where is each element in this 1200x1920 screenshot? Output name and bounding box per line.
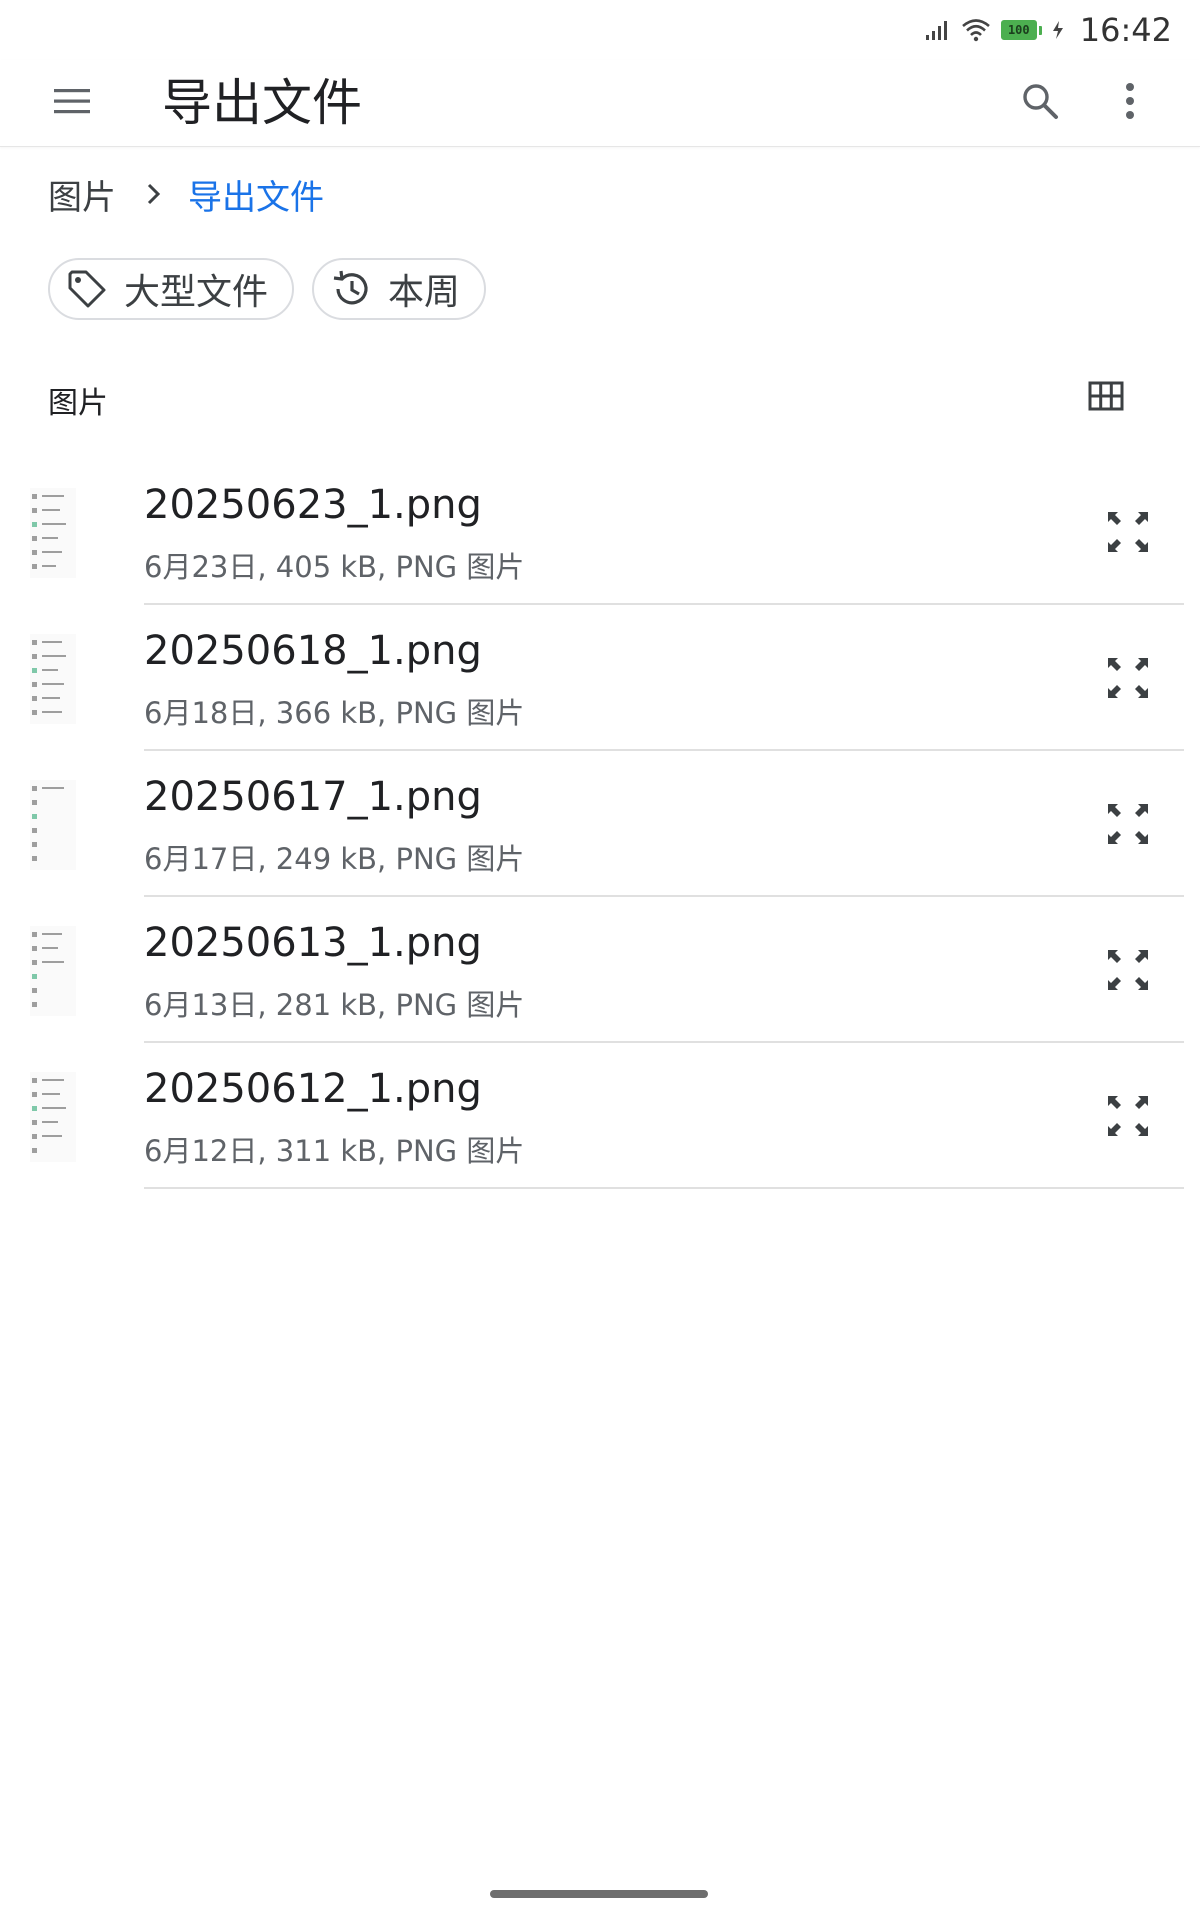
menu-icon bbox=[52, 86, 92, 120]
file-text: 20250623_1.png 6月23日, 405 kB, PNG 图片 bbox=[144, 458, 1184, 605]
file-text: 20250617_1.png 6月17日, 249 kB, PNG 图片 bbox=[144, 750, 1184, 897]
section-title: 图片 bbox=[48, 386, 108, 421]
status-bar: 100 16:42 bbox=[0, 0, 1200, 60]
expand-preview-button[interactable] bbox=[1098, 1088, 1158, 1148]
breadcrumb: 图片 导出文件 bbox=[48, 168, 324, 220]
file-text: 20250613_1.png 6月13日, 281 kB, PNG 图片 bbox=[144, 896, 1184, 1043]
fullscreen-icon bbox=[1105, 1093, 1151, 1143]
expand-preview-button[interactable] bbox=[1098, 942, 1158, 1002]
file-meta: 6月18日, 366 kB, PNG 图片 bbox=[144, 696, 525, 730]
status-icons: 100 16:42 bbox=[925, 10, 1172, 50]
expand-preview-button[interactable] bbox=[1098, 504, 1158, 564]
file-meta: 6月12日, 311 kB, PNG 图片 bbox=[144, 1134, 525, 1168]
chip-this-week[interactable]: 本周 bbox=[312, 258, 487, 320]
search-icon bbox=[1020, 81, 1060, 125]
fullscreen-icon bbox=[1105, 801, 1151, 851]
grid-view-icon bbox=[1088, 381, 1124, 415]
status-time: 16:42 bbox=[1079, 11, 1172, 49]
list-item[interactable]: 20250612_1.png 6月12日, 311 kB, PNG 图片 bbox=[0, 1042, 1200, 1189]
chip-this-week-label: 本周 bbox=[388, 272, 461, 313]
list-item[interactable]: 20250623_1.png 6月23日, 405 kB, PNG 图片 bbox=[0, 458, 1200, 605]
breadcrumb-current: 导出文件 bbox=[188, 177, 324, 218]
signal-icon bbox=[925, 19, 951, 41]
file-thumbnail bbox=[30, 1072, 76, 1162]
file-name: 20250612_1.png bbox=[144, 1066, 482, 1112]
expand-preview-button[interactable] bbox=[1098, 796, 1158, 856]
file-name: 20250623_1.png bbox=[144, 482, 482, 528]
fullscreen-icon bbox=[1105, 509, 1151, 559]
file-meta: 6月23日, 405 kB, PNG 图片 bbox=[144, 550, 525, 584]
app-bar: 导出文件 bbox=[0, 60, 1200, 147]
fullscreen-icon bbox=[1105, 655, 1151, 705]
filter-chips: 大型文件 本周 bbox=[48, 258, 487, 320]
list-item[interactable]: 20250613_1.png 6月13日, 281 kB, PNG 图片 bbox=[0, 896, 1200, 1043]
more-vert-icon bbox=[1124, 81, 1136, 125]
charging-icon bbox=[1052, 20, 1064, 40]
battery-icon: 100 bbox=[1000, 20, 1042, 40]
file-thumbnail bbox=[30, 488, 76, 578]
wifi-icon bbox=[961, 18, 991, 42]
menu-button[interactable] bbox=[36, 67, 108, 139]
gesture-nav-handle[interactable] bbox=[490, 1890, 708, 1898]
file-list: 20250623_1.png 6月23日, 405 kB, PNG 图片 202… bbox=[0, 458, 1200, 1189]
file-thumbnail bbox=[30, 926, 76, 1016]
expand-preview-button[interactable] bbox=[1098, 650, 1158, 710]
file-name: 20250613_1.png bbox=[144, 920, 482, 966]
list-item[interactable]: 20250618_1.png 6月18日, 366 kB, PNG 图片 bbox=[0, 604, 1200, 751]
file-name: 20250617_1.png bbox=[144, 774, 482, 820]
file-text: 20250612_1.png 6月12日, 311 kB, PNG 图片 bbox=[144, 1042, 1184, 1189]
chip-large-files[interactable]: 大型文件 bbox=[48, 258, 295, 320]
more-options-button[interactable] bbox=[1094, 67, 1166, 139]
grid-view-button[interactable] bbox=[1082, 374, 1130, 422]
file-meta: 6月13日, 281 kB, PNG 图片 bbox=[144, 988, 525, 1022]
file-name: 20250618_1.png bbox=[144, 628, 482, 674]
file-thumbnail bbox=[30, 780, 76, 870]
search-button[interactable] bbox=[1004, 67, 1076, 139]
list-item[interactable]: 20250617_1.png 6月17日, 249 kB, PNG 图片 bbox=[0, 750, 1200, 897]
file-thumbnail bbox=[30, 634, 76, 724]
page-title: 导出文件 bbox=[162, 74, 362, 132]
file-text: 20250618_1.png 6月18日, 366 kB, PNG 图片 bbox=[144, 604, 1184, 751]
chip-large-files-label: 大型文件 bbox=[124, 272, 269, 313]
fullscreen-icon bbox=[1105, 947, 1151, 997]
label-tag-icon bbox=[66, 268, 108, 310]
breadcrumb-root[interactable]: 图片 bbox=[48, 170, 116, 219]
battery-level: 100 bbox=[1000, 20, 1037, 40]
file-meta: 6月17日, 249 kB, PNG 图片 bbox=[144, 842, 525, 876]
chevron-right-icon bbox=[146, 182, 162, 206]
history-icon bbox=[330, 268, 372, 310]
